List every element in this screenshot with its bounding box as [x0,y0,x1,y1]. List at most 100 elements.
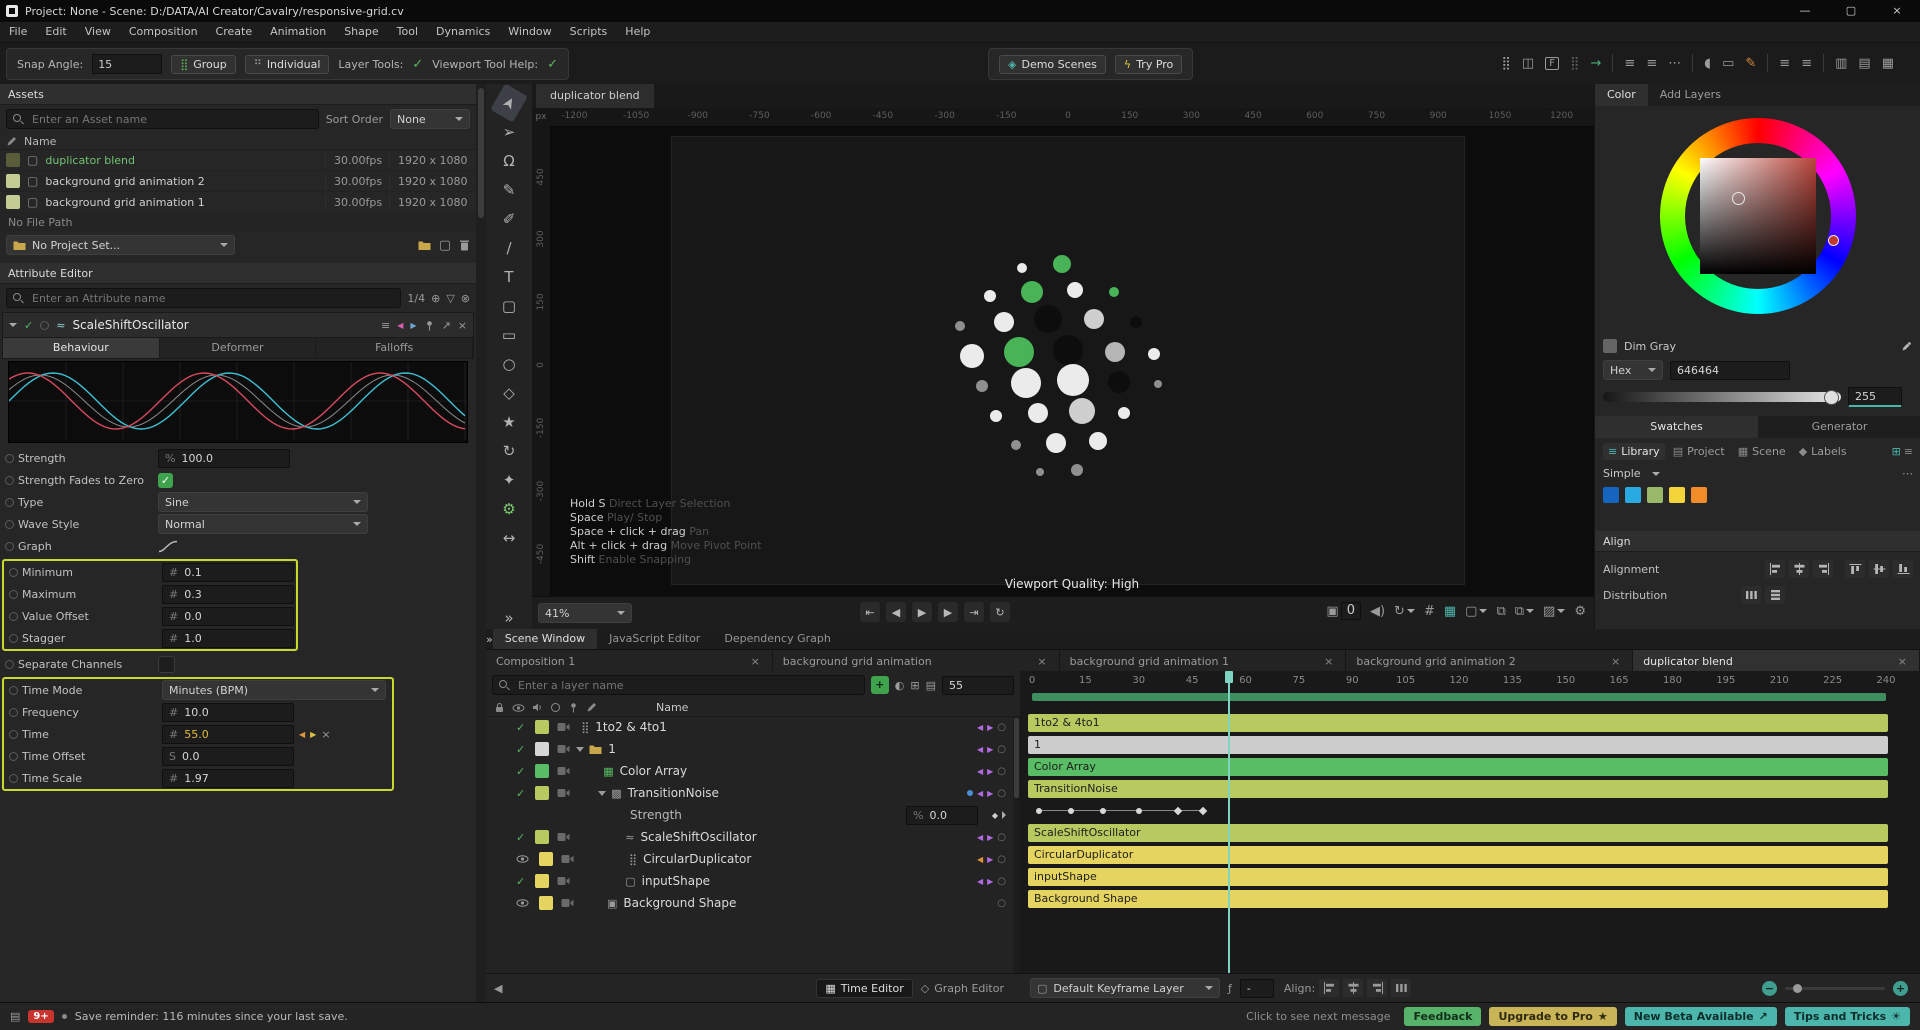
align-middle-button[interactable] [1869,560,1889,578]
timeline-track-bar[interactable]: 1 [1028,736,1888,754]
next-frame-button[interactable]: ▶ [938,602,958,622]
project-set-dropdown[interactable]: No Project Set... [6,235,235,255]
eyedropper-icon[interactable] [1901,340,1913,352]
color-wheel[interactable] [1595,106,1920,332]
layer-scrollbar[interactable] [1013,716,1020,976]
prev-node-icon[interactable]: ◀ [397,321,403,330]
align-bottom-button[interactable] [1893,560,1913,578]
saturation-value-square[interactable] [1700,158,1816,274]
composition-tab[interactable]: background grid animation 2 × [1346,650,1634,672]
color-swatch[interactable] [1603,487,1619,503]
text-align-right-icon[interactable]: ≡ [1801,56,1812,71]
next-keyframe-icon[interactable]: ▶ [987,789,993,798]
guides-icon[interactable]: ⧉ [1515,604,1535,619]
composition-tab[interactable]: background grid animation × [772,650,1060,672]
visibility-toggle[interactable]: ✓ [516,743,525,756]
expand-arrow-icon[interactable] [598,790,607,796]
layer-color-chip[interactable] [535,720,550,734]
frame-offset-input[interactable]: - [1239,978,1274,998]
search-settings-icon[interactable]: ⊕ [431,292,440,305]
tl-align-right-button[interactable] [1367,979,1388,997]
solo-circle-icon[interactable]: ○ [997,898,1006,909]
clear-search-icon[interactable]: ⊗ [461,292,470,305]
menu-window[interactable]: Window [499,22,560,42]
visibility-toggle[interactable]: ✓ [516,831,525,844]
menu-edit[interactable]: Edit [36,22,75,42]
tab-scene-window[interactable]: Scene Window [492,629,598,649]
menu-animation[interactable]: Animation [261,22,335,42]
menu-help[interactable]: Help [616,22,659,42]
polygon-tool[interactable]: ◇ [494,380,524,406]
tab-javascript-editor[interactable]: JavaScript Editor [597,629,712,649]
layer-color-chip[interactable] [535,830,550,844]
menu-create[interactable]: Create [207,22,262,42]
prev-keyframe-icon[interactable]: ◀ [977,855,983,864]
close-attribute-icon[interactable]: × [458,319,467,332]
minimize-button[interactable]: — [1782,0,1828,22]
alpha-value-input[interactable]: 255 [1848,387,1902,407]
attribute-socket-icon[interactable] [9,567,18,577]
next-keyframe-icon[interactable]: ▶ [987,877,993,886]
attribute-value-input[interactable]: #10.0 [162,702,294,722]
popout-icon[interactable]: ↗ [442,319,451,332]
next-message-link[interactable]: Click to see next message [1246,1010,1390,1023]
timeline-zoom-slider[interactable] [1785,983,1885,993]
timeline-ruler[interactable]: 0 15 30 45 60 75 90 105 120 135 150 165 180 195 210 225… [1020,671,1920,693]
next-node-icon[interactable]: ▶ [410,321,416,330]
attribute-socket-icon[interactable] [5,497,14,507]
visibility-toggle[interactable] [516,854,529,864]
composition-tab[interactable]: Composition 1 × [486,650,773,672]
prev-keyframe-icon[interactable]: ◀ [977,789,983,798]
loop-button[interactable]: ↻ [990,602,1010,622]
list-view-icon[interactable]: ▤ [926,679,936,692]
keyframe-layer-dropdown[interactable]: ▢ Default Keyframe Layer [1030,978,1220,998]
close-tab-icon[interactable]: × [1896,655,1909,668]
source-scene[interactable]: ▦ Scene [1733,443,1791,460]
next-keyframe-icon[interactable]: ▶ [987,723,993,732]
attribute-value-input[interactable]: #0.3 [162,584,294,604]
solo-circle-icon[interactable]: ○ [997,876,1006,887]
layer-color-chip[interactable] [535,764,550,778]
next-keyframe-icon[interactable]: ▶ [987,855,993,864]
next-keyframe-icon[interactable]: ▶ [310,730,316,739]
enabled-check-icon[interactable]: ✓ [24,319,33,332]
timeline-track-bar[interactable]: Color Array [1028,758,1888,776]
asset-search-input[interactable] [30,111,312,127]
layer-color-chip[interactable] [535,874,550,888]
text-align-left-icon[interactable]: ≡ [1779,56,1790,71]
visibility-toggle[interactable]: ✓ [516,765,525,778]
hex-value-input[interactable]: 646464 [1670,360,1790,380]
prev-keyframe-icon[interactable]: ◀ [977,767,983,776]
checker-icon[interactable]: ▨ [1543,604,1566,619]
pin-icon[interactable] [424,320,435,331]
tab-add-layers[interactable]: Add Layers [1648,84,1733,106]
layer-row[interactable]: ✓ ▦ Color Array ◀ ▶ ○ [486,760,1012,782]
tl-align-left-button[interactable] [1319,979,1340,997]
expand-arrow-icon[interactable] [576,746,585,752]
rectangle-tool[interactable]: ▭ [494,322,524,348]
align-center-h-button[interactable] [1789,560,1809,578]
zoom-dropdown[interactable]: 41% [538,603,632,623]
menu-icon[interactable]: ≡ [381,319,390,332]
transform-tool[interactable]: ▢ [494,293,524,319]
expand-panel-icon[interactable]: » [486,633,493,646]
layer-row[interactable]: ⣿ CircularDuplicator ◀ ▶ ○ [486,848,1012,870]
layer-color-chip[interactable] [539,852,553,866]
align-top-button[interactable] [1845,560,1865,578]
layer-row[interactable]: Strength % 0.0 ◆ [486,804,1012,826]
attribute-socket-icon[interactable] [9,589,18,599]
pixel-grid-icon[interactable]: ▦ [1444,604,1456,619]
graph-curve-icon[interactable] [158,540,178,553]
collapse-panel-icon[interactable]: ◀ [494,982,502,995]
demo-scenes-button[interactable]: ◈ Demo Scenes [999,54,1106,74]
close-tab-icon[interactable]: × [749,655,762,668]
viewport-canvas[interactable]: Hold S Direct Layer Selection Space Play/… [550,126,1594,597]
layer-tools-check-icon[interactable]: ✓ [412,57,423,72]
visibility-toggle[interactable]: ✓ [516,787,525,800]
panel-layout-icon[interactable]: ◫ [1522,56,1534,71]
group-button[interactable]: ⣿ Group [171,54,236,74]
prev-keyframe-icon[interactable]: ◀ [977,745,983,754]
keyframe-circle-icon[interactable] [1068,808,1075,814]
layer-row[interactable]: ✓ ▩ TransitionNoise ◀ ▶ ○ [486,782,1012,804]
playhead[interactable] [1224,671,1233,974]
